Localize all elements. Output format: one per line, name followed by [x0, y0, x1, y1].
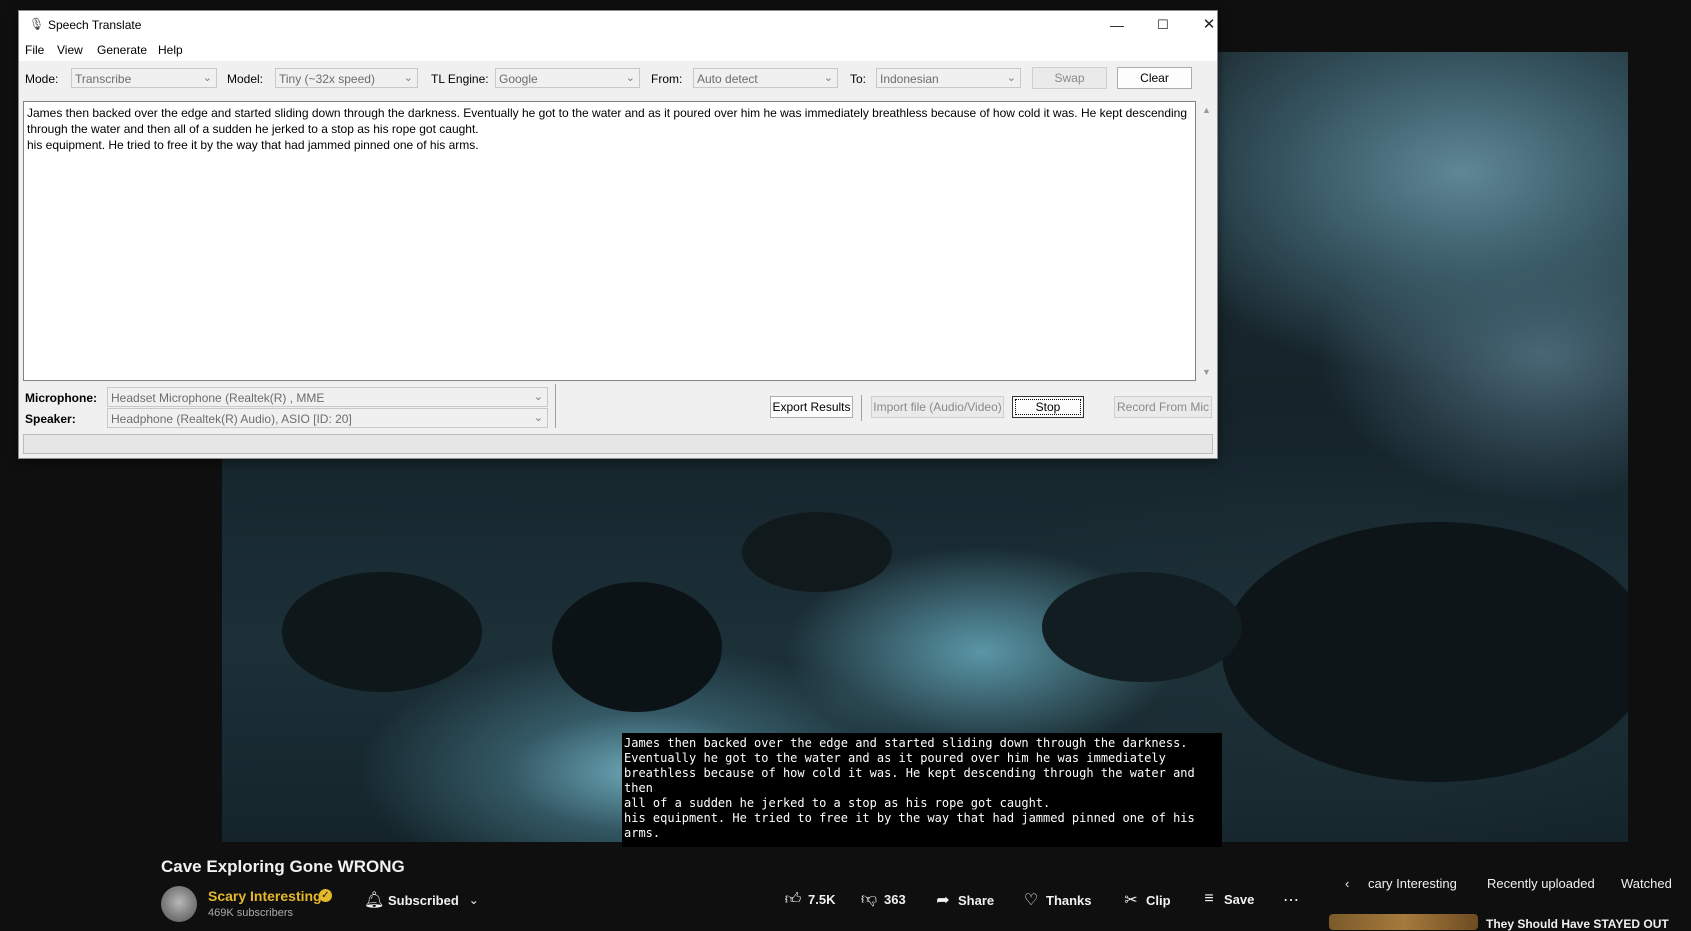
- more-actions-button[interactable]: ⋯: [1282, 890, 1300, 910]
- verified-icon: ✓: [319, 889, 332, 902]
- subscribed-button[interactable]: 🔔︎ Subscribed ⌄: [364, 890, 483, 910]
- thumbs-down-icon: 👎︎: [860, 891, 878, 908]
- to-value: Indonesian: [880, 72, 939, 86]
- chevron-down-icon: ⌄: [202, 72, 212, 84]
- scroll-down-icon[interactable]: ▼: [1202, 367, 1211, 377]
- from-value: Auto detect: [697, 72, 758, 86]
- video-rock: [552, 582, 722, 712]
- video-title: Cave Exploring Gone WRONG: [161, 857, 405, 876]
- mode-value: Transcribe: [75, 72, 132, 86]
- chevron-down-icon: ⌄: [468, 893, 479, 907]
- subscribed-label: Subscribed: [388, 892, 459, 908]
- to-label: To:: [850, 72, 867, 86]
- save-label: Save: [1224, 891, 1255, 907]
- more-horizontal-icon: ⋯: [1283, 892, 1299, 909]
- divider: [861, 395, 862, 421]
- chip-recently-uploaded[interactable]: Recently uploaded: [1487, 876, 1595, 891]
- dislike-count: 363: [884, 892, 906, 907]
- chevron-down-icon: ⌄: [823, 72, 833, 84]
- playlist-add-icon: ≡: [1204, 890, 1214, 907]
- speaker-value: Headphone (Realtek(R) Audio), ASIO [ID: …: [111, 412, 352, 426]
- like-count: 7.5K: [808, 892, 836, 907]
- clip-button[interactable]: ✂ Clip: [1122, 890, 1171, 910]
- model-value: Tiny (~32x speed): [279, 72, 375, 86]
- menu-help[interactable]: Help: [158, 43, 183, 57]
- model-label: Model:: [227, 72, 264, 86]
- speech-translate-window: 🎙︎ Speech Translate — ☐ ✕ File View Gene…: [18, 10, 1218, 459]
- title-bar[interactable]: 🎙︎ Speech Translate — ☐ ✕: [19, 11, 1217, 39]
- chevron-down-icon: ⌄: [533, 391, 543, 403]
- like-button[interactable]: 👍︎ 7.5K: [784, 890, 836, 909]
- model-select[interactable]: Tiny (~32x speed) ⌄: [275, 68, 418, 88]
- clear-button[interactable]: Clear: [1117, 67, 1192, 89]
- stop-button[interactable]: Stop: [1012, 396, 1084, 418]
- speaker-select[interactable]: Headphone (Realtek(R) Audio), ASIO [ID: …: [107, 408, 548, 428]
- video-subtitle: James then backed over the edge and star…: [622, 733, 1222, 847]
- thumbs-up-icon: 👍︎: [784, 891, 802, 908]
- video-rock: [282, 572, 482, 692]
- thanks-label: Thanks: [1046, 892, 1092, 908]
- import-file-button[interactable]: Import file (Audio/Video): [871, 396, 1004, 418]
- dislike-button[interactable]: 👎︎ 363: [860, 890, 906, 909]
- from-label: From:: [651, 72, 683, 86]
- thanks-button[interactable]: ♡ Thanks: [1022, 890, 1092, 910]
- minimize-button[interactable]: —: [1102, 15, 1132, 35]
- channel-avatar[interactable]: [161, 886, 197, 922]
- menu-generate[interactable]: Generate: [97, 43, 147, 57]
- chevron-down-icon: ⌄: [625, 72, 635, 84]
- chip-watched[interactable]: Watched: [1621, 876, 1672, 891]
- chip-scroll-left[interactable]: ‹: [1345, 876, 1349, 891]
- chevron-down-icon: ⌄: [533, 412, 543, 424]
- from-select[interactable]: Auto detect ⌄: [693, 68, 838, 88]
- share-label: Share: [958, 892, 995, 908]
- microphone-icon: 🎙︎: [29, 17, 45, 31]
- chevron-down-icon: ⌄: [403, 72, 413, 84]
- share-button[interactable]: ➦ Share: [934, 890, 994, 910]
- clip-label: Clip: [1146, 892, 1171, 908]
- close-button[interactable]: ✕: [1194, 15, 1224, 35]
- menu-file[interactable]: File: [25, 43, 44, 57]
- video-rock: [1042, 572, 1242, 682]
- menu-view[interactable]: View: [57, 43, 83, 57]
- mode-label: Mode:: [25, 72, 59, 86]
- mode-select[interactable]: Transcribe ⌄: [71, 68, 217, 88]
- next-video-title[interactable]: They Should Have STAYED OUT: [1486, 917, 1669, 931]
- video-rock: [1222, 522, 1628, 782]
- subscriber-count: 469K subscribers: [208, 907, 293, 919]
- thanks-icon: ♡: [1023, 892, 1039, 909]
- engine-select[interactable]: Google ⌄: [495, 68, 640, 88]
- microphone-value: Headset Microphone (Realtek(R) , MME: [111, 391, 325, 405]
- chevron-left-icon: ‹: [1345, 876, 1350, 891]
- save-button[interactable]: ≡ Save: [1200, 890, 1254, 908]
- divider: [555, 384, 556, 428]
- engine-label: TL Engine:: [431, 72, 489, 86]
- transcript-textarea[interactable]: James then backed over the edge and star…: [23, 101, 1196, 381]
- microphone-select[interactable]: Headset Microphone (Realtek(R) , MME ⌄: [107, 387, 548, 407]
- share-icon: ➦: [936, 892, 950, 909]
- scissors-icon: ✂: [1124, 892, 1138, 909]
- record-from-mic-button[interactable]: Record From Mic: [1114, 396, 1212, 418]
- window-title: Speech Translate: [48, 18, 142, 32]
- engine-value: Google: [499, 72, 538, 86]
- speaker-label: Speaker:: [25, 412, 76, 426]
- progress-bar: [23, 434, 1213, 454]
- to-select[interactable]: Indonesian ⌄: [876, 68, 1021, 88]
- chevron-down-icon: ⌄: [1006, 72, 1016, 84]
- next-video-thumbnail[interactable]: [1329, 914, 1478, 930]
- menu-bar: File View Generate Help: [19, 39, 1217, 61]
- swap-button[interactable]: Swap: [1032, 67, 1107, 89]
- channel-name[interactable]: Scary Interesting: [208, 888, 322, 904]
- maximize-button[interactable]: ☐: [1148, 15, 1178, 35]
- scroll-up-icon[interactable]: ▲: [1202, 105, 1211, 115]
- chip-channel[interactable]: cary Interesting: [1368, 876, 1457, 891]
- bell-icon: 🔔︎: [364, 892, 385, 909]
- export-results-button[interactable]: Export Results: [770, 396, 853, 418]
- microphone-label: Microphone:: [25, 391, 97, 405]
- video-rock: [742, 512, 892, 592]
